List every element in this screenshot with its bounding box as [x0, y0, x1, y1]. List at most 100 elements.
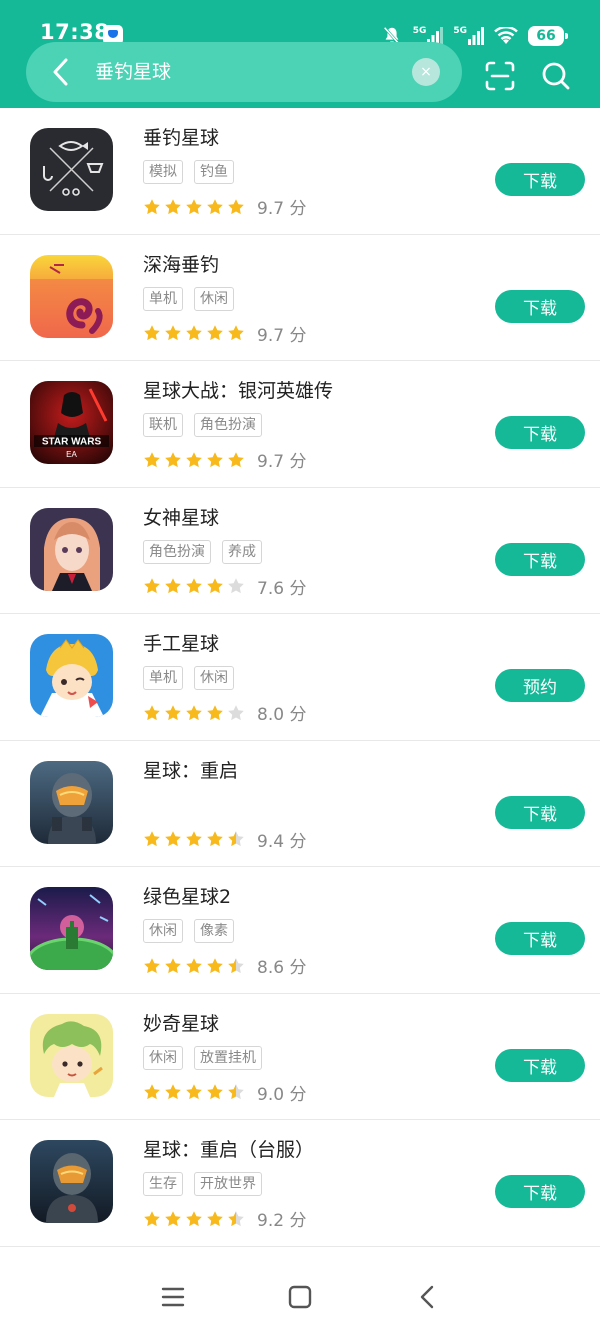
reserve-button[interactable]: 预约 [495, 669, 585, 702]
tag: 单机 [143, 286, 183, 311]
star-full-icon [186, 704, 202, 720]
planet-reboot-tw-icon[interactable] [30, 1140, 113, 1223]
download-button[interactable]: 下载 [495, 542, 585, 576]
tag-list: 休闲 像素 [143, 919, 234, 943]
scan-button[interactable] [484, 60, 516, 92]
score: 8.6 分 [257, 958, 307, 978]
download-button[interactable]: 下载 [495, 1048, 585, 1082]
star-full-icon [186, 325, 202, 341]
star-wars-icon[interactable]: STAR WARS EA [30, 381, 113, 464]
app-name[interactable]: 绿色星球2 [143, 883, 231, 911]
nav-back-button[interactable] [414, 1283, 442, 1311]
wonder-planet-icon[interactable] [30, 1013, 113, 1097]
tag-list: 单机 休闲 [143, 666, 234, 690]
star-full-icon [207, 1210, 223, 1226]
star-full-icon [228, 325, 244, 341]
tag: 模拟 [143, 160, 183, 184]
tag: 休闲 [143, 919, 183, 943]
score: 9.2 分 [257, 1211, 307, 1231]
search-icon [542, 62, 570, 90]
app-name[interactable]: 星球：重启 [143, 757, 238, 785]
star-full-icon [207, 325, 223, 341]
tag-list: 模拟 钓鱼 [143, 160, 234, 184]
tag: 像素 [194, 919, 234, 943]
app-name[interactable]: 手工星球 [143, 630, 219, 658]
list-item[interactable]: 女神星球 角色扮演 养成 7.6 分 下载 [0, 488, 600, 614]
star-empty-icon [228, 704, 244, 720]
star-full-icon [207, 578, 223, 594]
download-button[interactable]: 下载 [495, 163, 585, 196]
star-full-icon [165, 1210, 181, 1226]
goddess-planet-icon[interactable] [30, 507, 113, 591]
tag-list: 联机 角色扮演 [143, 413, 262, 437]
star-rating [143, 577, 245, 595]
star-full-icon [144, 957, 160, 973]
list-item[interactable]: 深海垂钓 单机 休闲 9.7 分 下载 [0, 235, 600, 361]
star-full-icon [165, 578, 181, 594]
craft-planet-icon[interactable] [30, 634, 113, 717]
download-button[interactable]: 下载 [495, 289, 585, 323]
app-name[interactable]: 垂钓星球 [143, 124, 219, 152]
star-full-icon [186, 451, 202, 467]
star-full-icon [186, 1210, 202, 1226]
tag: 联机 [143, 413, 183, 437]
star-rating [143, 957, 245, 975]
star-rating [143, 704, 245, 722]
download-button[interactable]: 下载 [495, 416, 585, 449]
rating: 9.7 分 [143, 447, 306, 472]
status-bar: 17:38 5G 5G 66 [0, 0, 600, 46]
search-button[interactable] [540, 60, 572, 92]
list-item[interactable]: 妙奇星球 休闲 放置挂机 9.0 分 下载 [0, 994, 600, 1120]
list-item[interactable]: 手工星球 单机 休闲 8.0 分 预约 [0, 614, 600, 741]
home-button[interactable] [286, 1283, 314, 1311]
tag: 角色扮演 [194, 413, 262, 437]
star-full-icon [165, 957, 181, 973]
download-button[interactable]: 下载 [495, 1175, 585, 1208]
list-item[interactable]: STAR WARS EA 星球大战：银河英雄传 联机 角色扮演 9.7 分 下载 [0, 361, 600, 488]
star-full-icon [144, 198, 160, 214]
star-full-icon [165, 325, 181, 341]
star-full-icon [144, 1210, 160, 1226]
app-name[interactable]: 妙奇星球 [143, 1010, 219, 1038]
list-item[interactable]: 星球：重启（台服） 生存 开放世界 9.2 分 下载 [0, 1120, 600, 1247]
deep-sea-fishing-icon[interactable] [30, 254, 113, 338]
star-rating [143, 830, 245, 848]
clear-icon[interactable]: × [412, 58, 440, 86]
download-button[interactable]: 下载 [495, 922, 585, 955]
planet-reboot-icon[interactable] [30, 760, 113, 844]
tag: 休闲 [194, 666, 234, 690]
star-full-icon [207, 451, 223, 467]
rating: 9.7 分 [143, 321, 306, 346]
star-full-icon [186, 831, 202, 847]
menu-icon [161, 1287, 185, 1307]
signal-icon [468, 27, 484, 45]
svg-text:EA: EA [66, 450, 77, 459]
list-item[interactable]: 绿色星球2 休闲 像素 8.6 分 下载 [0, 867, 600, 994]
star-full-icon [165, 704, 181, 720]
green-planet-icon[interactable] [30, 887, 113, 970]
app-name[interactable]: 女神星球 [143, 504, 219, 532]
download-button[interactable]: 下载 [495, 795, 585, 829]
star-full-icon [144, 704, 160, 720]
fishing-planet-icon[interactable] [30, 128, 113, 211]
search-results-list: 垂钓星球 模拟 钓鱼 9.7 分 下载 深海垂钓 单机 休闲 9.7 分 下载 … [0, 108, 600, 1247]
list-item[interactable]: 垂钓星球 模拟 钓鱼 9.7 分 下载 [0, 108, 600, 235]
tag: 放置挂机 [194, 1045, 262, 1070]
app-name[interactable]: 星球：重启（台服） [143, 1136, 314, 1164]
app-name[interactable]: 星球大战：银河英雄传 [143, 377, 333, 405]
tag: 休闲 [194, 286, 234, 311]
star-full-icon [165, 451, 181, 467]
app-name[interactable]: 深海垂钓 [143, 251, 219, 279]
search-bar[interactable] [26, 42, 462, 102]
back-button[interactable] [46, 56, 74, 88]
wifi-icon [494, 27, 518, 44]
star-rating [143, 1210, 245, 1228]
star-half-icon [228, 1084, 244, 1100]
menu-button[interactable] [159, 1283, 187, 1311]
search-input[interactable]: 垂钓星球 [95, 58, 171, 86]
list-item[interactable]: 星球：重启 9.4 分 下载 [0, 741, 600, 867]
status-time: 17:38 [40, 20, 110, 44]
score: 9.4 分 [257, 831, 307, 852]
star-full-icon [144, 451, 160, 467]
score: 9.7 分 [257, 325, 307, 346]
